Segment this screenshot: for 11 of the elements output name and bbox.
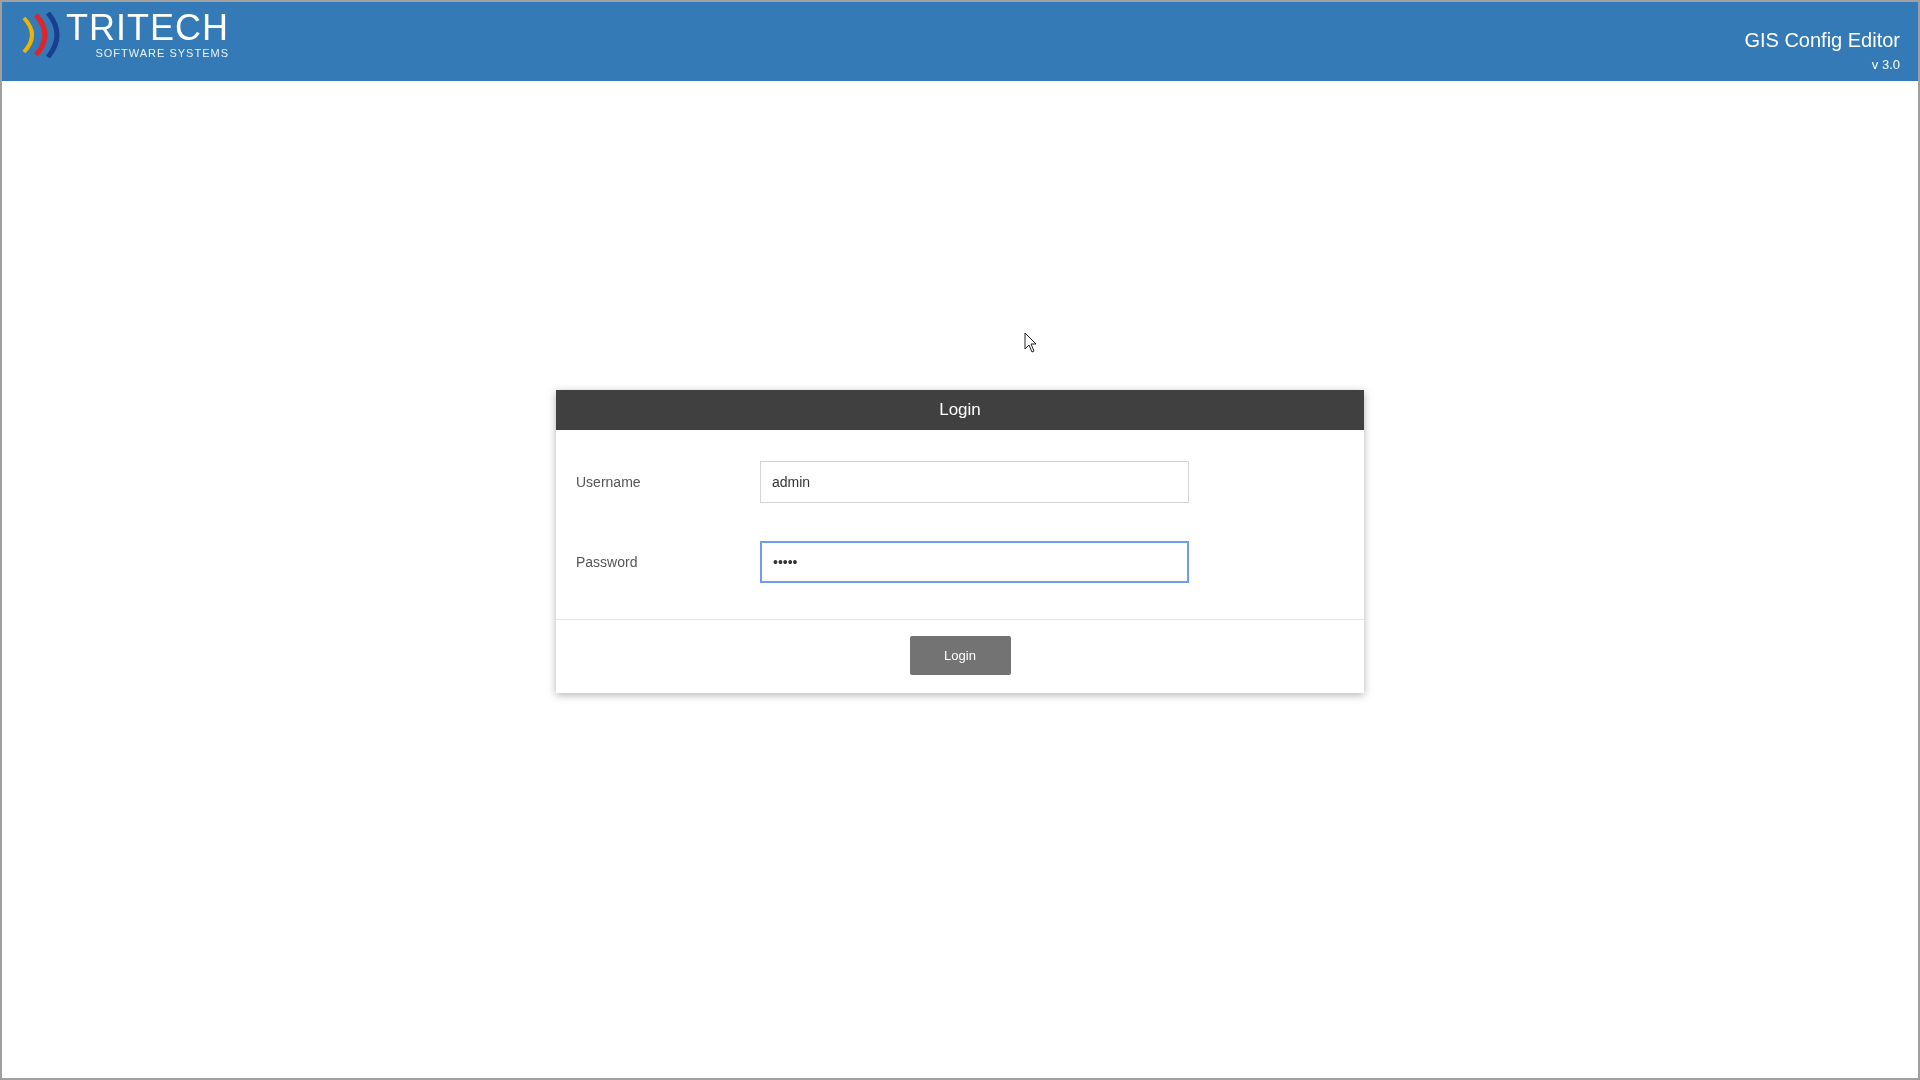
field-label: Password <box>576 552 639 572</box>
input-field[interactable]: admin <box>760 461 1189 503</box>
version-label: v 3.0 <box>1871 56 1900 74</box>
logo-tagline: SOFTWARE SYSTEMS <box>95 46 229 60</box>
mouse-cursor-icon <box>1024 332 1038 354</box>
input-field[interactable]: ••••• <box>760 541 1189 583</box>
login-button[interactable]: Login <box>909 636 1011 675</box>
logo-wordmark: TRITECH <box>66 10 229 46</box>
field-label: Username <box>576 472 642 492</box>
dialog-title: Login <box>556 390 1364 430</box>
app-title: GIS Config Editor <box>1744 28 1900 52</box>
